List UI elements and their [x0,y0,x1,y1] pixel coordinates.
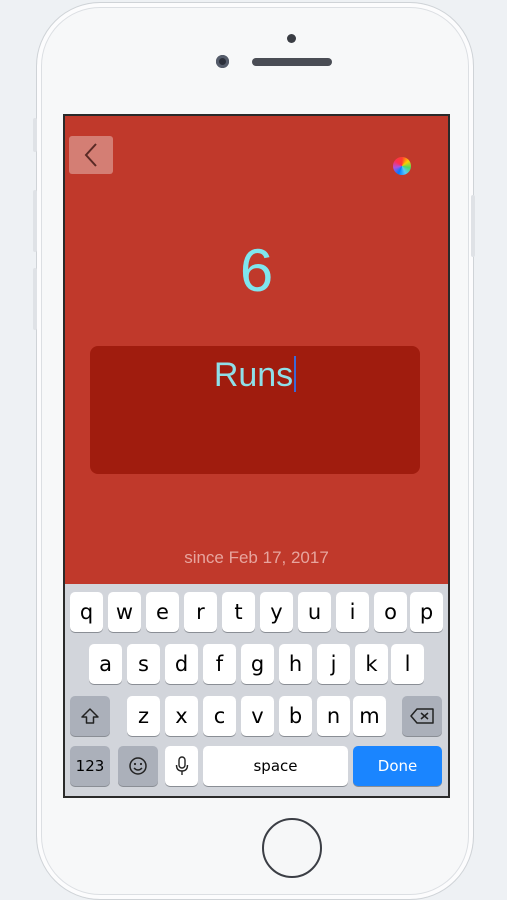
key-p[interactable]: p [410,592,443,632]
emoji-key[interactable] [118,746,158,786]
home-button[interactable] [262,818,322,878]
shift-icon [81,708,99,724]
key-i[interactable]: i [336,592,369,632]
title-input-text: Runs [213,356,294,394]
key-y[interactable]: y [260,592,293,632]
volume-down-button [33,268,37,330]
key-x[interactable]: x [165,696,198,736]
key-v[interactable]: v [241,696,274,736]
space-key[interactable]: space [203,746,348,786]
emoji-icon [129,757,147,775]
keyboard-row-2: a s d f g h j k l [65,644,448,684]
keyboard-row-4: 123 space Done [65,746,448,786]
key-h[interactable]: h [279,644,312,684]
backspace-icon [410,708,434,724]
since-date-label: since Feb 17, 2017 [184,548,329,567]
chevron-left-icon [84,143,97,167]
volume-up-button [33,190,37,252]
key-r[interactable]: r [184,592,217,632]
key-n[interactable]: n [317,696,350,736]
key-e[interactable]: e [146,592,179,632]
key-z[interactable]: z [127,696,160,736]
key-t[interactable]: t [222,592,255,632]
key-g[interactable]: g [241,644,274,684]
done-key[interactable]: Done [353,746,442,786]
key-m[interactable]: m [353,696,386,736]
key-o[interactable]: o [374,592,407,632]
key-d[interactable]: d [165,644,198,684]
microphone-icon [175,756,188,775]
key-a[interactable]: a [89,644,122,684]
app-screen: 6 Runs since Feb 17, 2017 q w e r t y u … [63,114,450,798]
key-b[interactable]: b [279,696,312,736]
back-button[interactable] [69,136,113,174]
key-j[interactable]: j [317,644,350,684]
front-camera [216,55,229,68]
text-caret [294,356,297,392]
key-k[interactable]: k [355,644,388,684]
key-c[interactable]: c [203,696,236,736]
power-button [471,195,475,257]
keyboard-row-3: z x c v b n m [65,696,448,736]
silent-switch [33,118,37,152]
keyboard-row-1: q w e r t y u i o p [65,592,448,632]
key-l[interactable]: l [391,644,424,684]
proximity-sensor [287,34,296,43]
key-f[interactable]: f [203,644,236,684]
key-u[interactable]: u [298,592,331,632]
key-w[interactable]: w [108,592,141,632]
shift-key[interactable] [70,696,110,736]
key-s[interactable]: s [127,644,160,684]
title-input[interactable]: Runs [90,352,420,398]
earpiece-speaker [252,58,332,66]
color-wheel-icon[interactable] [393,157,411,175]
dictation-key[interactable] [165,746,198,786]
numbers-key[interactable]: 123 [70,746,110,786]
key-q[interactable]: q [70,592,103,632]
title-input-box[interactable]: Runs [90,346,420,474]
counter-value: 6 [239,237,274,304]
onscreen-keyboard: q w e r t y u i o p a s d f g h j k l z [65,584,448,796]
backspace-key[interactable] [402,696,442,736]
